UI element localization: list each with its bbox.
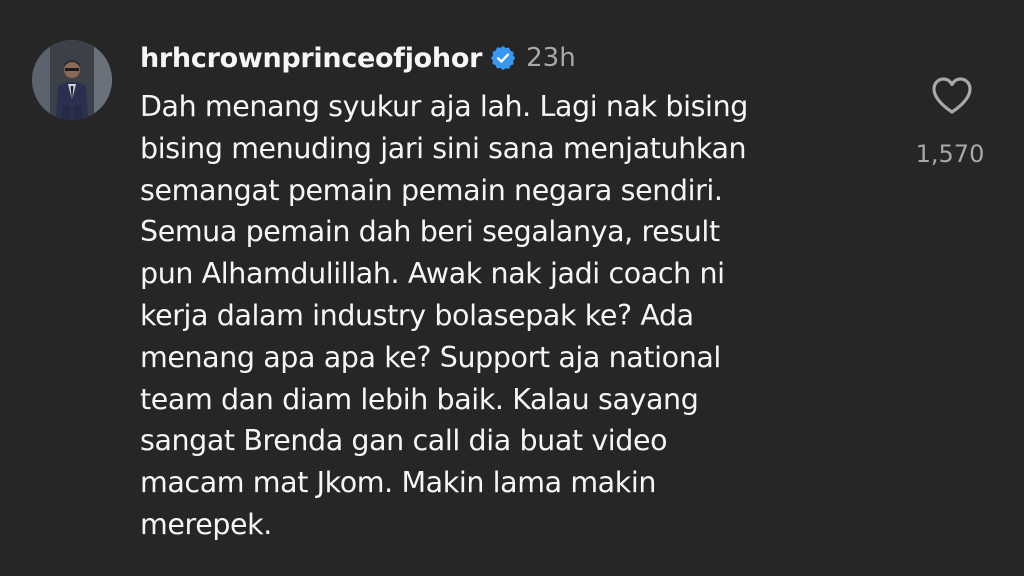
comment-line: sangat Brenda gan call dia buat video: [140, 424, 668, 458]
comment-text: Dah menang syukur aja lah. Lagi nak bisi…: [140, 86, 880, 546]
username-link[interactable]: hrhcrownprinceofjohor: [140, 43, 482, 74]
avatar-image: [32, 40, 112, 120]
comment-line: semangat pemain pemain negara sendiri.: [140, 173, 723, 207]
comment-line: Semua pemain dah beri segalanya, result: [140, 215, 720, 249]
profile-avatar[interactable]: [32, 40, 112, 120]
like-button[interactable]: [928, 72, 976, 120]
comment-line: merepek.: [140, 507, 272, 541]
comment-line: kerja dalam industry bolasepak ke? Ada: [140, 298, 694, 332]
comment-line: pun Alhamdulillah. Awak nak jadi coach n…: [140, 257, 725, 291]
heart-icon: [932, 77, 972, 114]
comment-header: hrhcrownprinceofjohor 23h: [140, 38, 576, 78]
verified-badge-icon: [490, 45, 516, 71]
comment-line: Dah menang syukur aja lah. Lagi nak bisi…: [140, 90, 748, 123]
comment-line: menang apa apa ke? Support aja national: [140, 340, 721, 374]
comment-line: macam mat Jkom. Makin lama makin: [140, 466, 657, 500]
like-count: 1,570: [915, 140, 985, 168]
comment-line: team dan diam lebih baik. Kalau sayang: [140, 382, 699, 416]
comment: hrhcrownprinceofjohor 23h Dah menang syu…: [0, 0, 1024, 576]
comment-timestamp: 23h: [526, 43, 576, 73]
comment-line: bising menuding jari sini sana menjatuhk…: [140, 131, 747, 165]
